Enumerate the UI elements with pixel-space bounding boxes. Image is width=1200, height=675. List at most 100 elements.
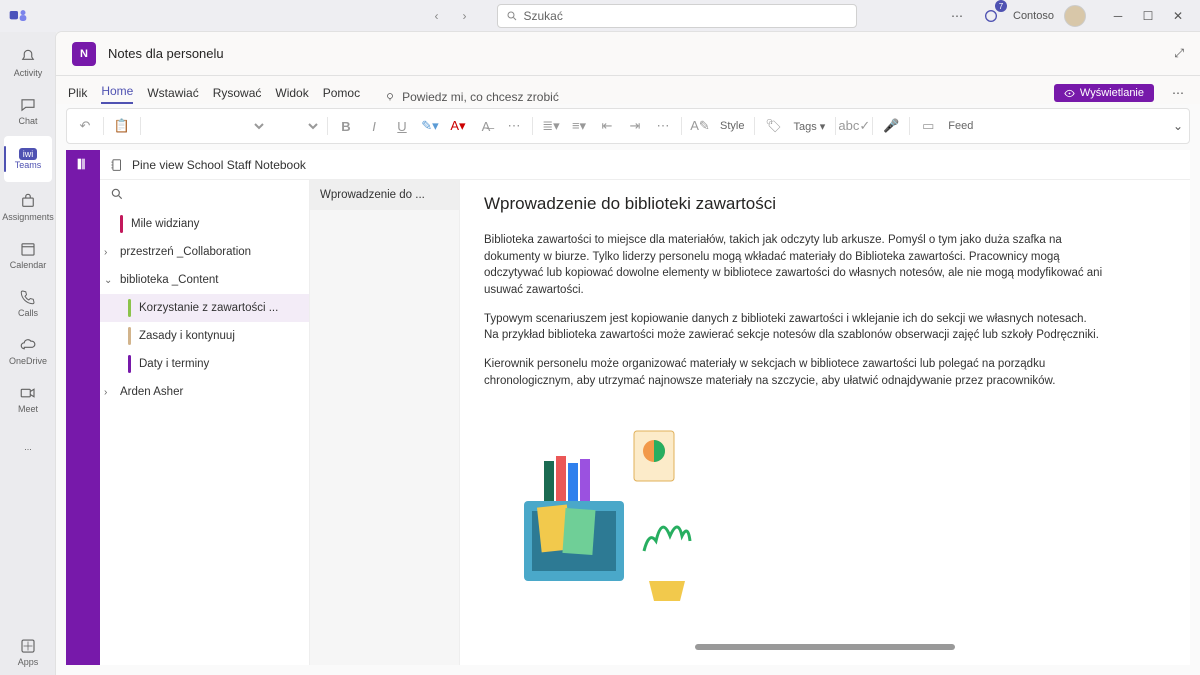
feed-button[interactable]: ▭ — [916, 114, 940, 138]
section-label: Daty i terminy — [139, 358, 209, 370]
tab-title: Notes dla personelu — [108, 46, 224, 61]
section-using-content[interactable]: Korzystanie z zawartości ... — [100, 294, 309, 322]
more-options-button[interactable]: ⋯ — [945, 4, 969, 28]
rail-pill: iwi — [19, 148, 38, 160]
rail-calendar[interactable]: Calendar — [4, 232, 52, 278]
nav-back-button[interactable]: ‹ — [425, 4, 449, 28]
search-placeholder: Szukać — [524, 9, 563, 23]
section-color — [120, 215, 123, 233]
bold-button[interactable]: B — [334, 114, 358, 138]
page-canvas[interactable]: Wprowadzenie do biblioteki zawartości Bi… — [460, 180, 1190, 665]
chevron-down-icon: ⌄ — [104, 275, 112, 286]
styles-button[interactable]: A✎ — [688, 114, 712, 138]
styles-label: Style — [716, 120, 748, 132]
rail-label: Calls — [18, 308, 38, 318]
clipboard-button[interactable]: 📋 — [110, 114, 134, 138]
ribbon-tabs: Plik Home Wstawiać Rysować Widok Pomoc P… — [56, 76, 1200, 104]
onenote-icon: N — [72, 42, 96, 66]
tab-view[interactable]: Widok — [275, 82, 308, 104]
section-search-button[interactable] — [110, 187, 124, 204]
notebook-name: Pine view School Staff Notebook — [132, 158, 306, 172]
view-mode-button[interactable]: Wyświetlanie — [1054, 84, 1154, 102]
notification-badge: 7 — [995, 0, 1007, 12]
highlight-button[interactable]: ✎▾ — [418, 114, 442, 138]
paragraph: Kierownik personelu może organizować mat… — [484, 356, 1104, 389]
rail-apps[interactable]: Apps — [4, 629, 52, 675]
more-font-button[interactable]: ⋯ — [502, 114, 526, 138]
rail-onedrive[interactable]: OneDrive — [4, 328, 52, 374]
bullets-button[interactable]: ≣▾ — [539, 114, 563, 138]
ribbon-more-button[interactable]: ⋯ — [1168, 86, 1188, 100]
chevron-right-icon: › — [104, 247, 107, 258]
calendar-icon — [19, 240, 37, 258]
rail-more[interactable]: ... — [4, 424, 52, 470]
sections-panel: Mile widziany › przestrzeń _Collaboratio… — [100, 180, 310, 665]
notifications-button[interactable]: 7 — [979, 4, 1003, 28]
app-rail: Activity Chat iwi Teams Assignments Cale… — [0, 32, 56, 675]
tab-insert[interactable]: Wstawiać — [147, 82, 198, 104]
tab-draw[interactable]: Rysować — [213, 82, 262, 104]
search-icon — [506, 10, 518, 22]
tags-button[interactable]: 🏷 — [761, 114, 785, 138]
popout-button[interactable]: ⤢ — [1174, 46, 1184, 61]
section-welcome[interactable]: Mile widziany — [100, 210, 309, 238]
dictate-button[interactable]: 🎤 — [879, 114, 903, 138]
page-body: Biblioteka zawartości to miejsce dla mat… — [484, 232, 1166, 389]
rail-label: Activity — [14, 68, 43, 78]
undo-button[interactable]: ↶ — [73, 114, 97, 138]
window-maximize-button[interactable]: ☐ — [1134, 4, 1162, 28]
chat-icon — [19, 96, 37, 114]
spell-button[interactable]: abc✓ — [842, 114, 866, 138]
rail-teams[interactable]: iwi Teams — [4, 136, 52, 182]
rail-label: Calendar — [10, 260, 47, 270]
section-label: biblioteka _Content — [120, 274, 218, 286]
rail-chat[interactable]: Chat — [4, 88, 52, 134]
horizontal-scrollbar[interactable] — [695, 644, 955, 650]
ellipsis-icon: ... — [24, 442, 32, 452]
indent-button[interactable]: ⇥ — [623, 114, 647, 138]
clear-format-button[interactable]: A̶ — [474, 114, 498, 138]
notebook-header[interactable]: Pine view School Staff Notebook — [100, 150, 1190, 180]
ribbon-collapse-button[interactable]: ⌄ — [1173, 119, 1183, 133]
section-dates[interactable]: Daty i terminy — [100, 350, 309, 378]
rail-activity[interactable]: Activity — [4, 40, 52, 86]
outdent-button[interactable]: ⇤ — [595, 114, 619, 138]
pages-panel: Wprowadzenie do ... — [310, 180, 460, 665]
numbering-button[interactable]: ≡▾ — [567, 114, 591, 138]
rail-meet[interactable]: Meet — [4, 376, 52, 422]
section-arden-asher[interactable]: › Arden Asher — [100, 378, 309, 406]
section-collaboration[interactable]: › przestrzeń _Collaboration — [100, 238, 309, 266]
section-policies[interactable]: Zasady i kontynuuj — [100, 322, 309, 350]
notebook-nav-icon[interactable] — [75, 156, 91, 175]
page-item-intro[interactable]: Wprowadzenie do ... — [310, 180, 459, 210]
tab-plik[interactable]: Plik — [68, 82, 87, 104]
page-label: Wprowadzenie do ... — [320, 189, 425, 201]
section-content-library[interactable]: ⌄ biblioteka _Content — [100, 266, 309, 294]
tags-label: Tags ▾ — [789, 120, 829, 133]
bag-icon — [19, 192, 37, 210]
rail-calls[interactable]: Calls — [4, 280, 52, 326]
eye-icon — [1064, 88, 1075, 99]
nav-forward-button[interactable]: › — [453, 4, 477, 28]
rail-label: Teams — [15, 160, 42, 170]
content-illustration — [484, 411, 704, 611]
paragraph: Typowym scenariuszem jest kopiowanie dan… — [484, 311, 1104, 344]
paragraph: Biblioteka zawartości to miejsce dla mat… — [484, 232, 1104, 299]
section-label: przestrzeń _Collaboration — [120, 246, 251, 258]
teams-logo-icon — [8, 6, 28, 26]
underline-button[interactable]: U — [390, 114, 414, 138]
italic-button[interactable]: I — [362, 114, 386, 138]
user-avatar[interactable] — [1064, 5, 1086, 27]
tab-help[interactable]: Pomoc — [323, 82, 360, 104]
search-input[interactable]: Szukać — [497, 4, 857, 28]
rail-assignments[interactable]: Assignments — [4, 184, 52, 230]
window-minimize-button[interactable]: ─ — [1104, 4, 1132, 28]
tab-home[interactable]: Home — [101, 80, 133, 104]
more-para-button[interactable]: ⋯ — [651, 114, 675, 138]
window-close-button[interactable]: ✕ — [1164, 4, 1192, 28]
font-size-select[interactable] — [271, 118, 321, 135]
font-family-select[interactable] — [147, 118, 267, 135]
page-title: Wprowadzenie do biblioteki zawartości — [484, 194, 1166, 214]
font-color-button[interactable]: A▾ — [446, 114, 470, 138]
tell-me-input[interactable]: Powiedz mi, co chcesz zrobić — [384, 90, 559, 104]
